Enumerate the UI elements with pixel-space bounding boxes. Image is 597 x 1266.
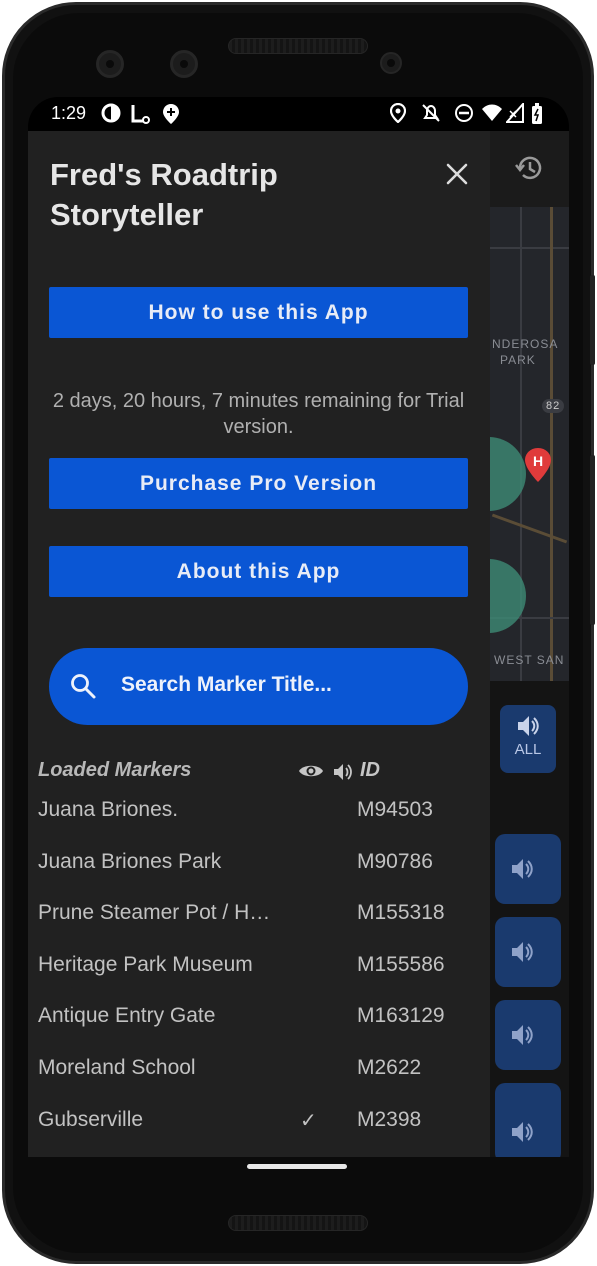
wifi-icon [482,104,502,121]
how-to-use-button[interactable]: How to use this App [49,287,468,338]
markers-list: Juana Briones. M94503 Juana Briones Park… [38,796,478,1157]
signal-icon [506,103,524,123]
location-add-icon [163,104,179,124]
fitness-tracker-icon [131,105,150,124]
sensor-icon [170,50,198,78]
power-button [590,275,595,365]
gesture-nav-bar[interactable] [247,1164,347,1169]
marker-title: Moreland School [38,1055,196,1079]
marker-id: M155318 [357,901,445,925]
list-item[interactable]: Moreland School M2622 [38,1054,478,1106]
marker-title: Prune Steamer Pot / H… [38,901,271,925]
about-app-button[interactable]: About this App [49,546,468,597]
marker-speak-button[interactable] [495,1083,561,1157]
speaker-icon [512,1122,533,1142]
marker-title: Juana Briones Park [38,849,222,873]
data-saver-icon [101,103,121,123]
proximity-sensor-icon [380,52,402,74]
speaker-icon [518,716,539,736]
background-app: NDEROSA PARK 82 WEST SAN H ALL [490,131,569,1157]
map-label: PARK [500,353,536,367]
marker-speak-button[interactable] [495,1000,561,1070]
notifications-off-icon [422,104,440,122]
markers-list-header: Loaded Markers ID [38,759,478,789]
battery-icon [532,103,542,124]
loaded-markers-heading: Loaded Markers [38,759,192,781]
map-road [491,513,568,544]
map-view[interactable]: NDEROSA PARK 82 WEST SAN H [490,207,569,681]
list-item[interactable]: Juana Briones Park M90786 [38,848,478,900]
seen-checkmark: ✓ [300,1109,317,1132]
navigation-drawer: Fred's Roadtrip Storyteller How to use t… [28,131,490,1157]
map-road [490,247,569,249]
bottom-speaker [228,1215,368,1231]
marker-title: Heritage Park Museum [38,952,253,976]
map-road [550,207,553,681]
status-bar: 1:29 [28,97,569,131]
play-all-button[interactable]: ALL [500,705,556,773]
marker-id: M163129 [357,1004,445,1028]
do-not-disturb-icon [455,104,473,122]
search-placeholder: Search Marker Title... [121,673,332,696]
speaker-icon [512,859,533,879]
list-item[interactable]: Juana Briones. M94503 [38,796,478,848]
map-label: NDEROSA [492,337,559,351]
marker-speak-button[interactable] [495,834,561,904]
eye-icon [299,765,323,777]
marker-id: M90786 [357,849,433,873]
status-time: 1:29 [51,103,87,123]
hospital-marker-icon[interactable]: H [524,447,552,483]
screen: 1:29 NDEROSA PARK 82 WEST SAN H ALL Fred… [28,97,569,1157]
trial-remaining-text: 2 days, 20 hours, 7 minutes remaining fo… [52,390,465,438]
marker-title: Juana Briones. [38,798,179,821]
search-marker-button[interactable]: Search Marker Title... [49,648,468,725]
list-item[interactable]: Prune Steamer Pot / H… M155318 [38,899,478,951]
marker-title: Antique Entry Gate [38,1004,216,1028]
location-pin-icon [390,103,406,123]
marker-title: Gubserville [38,1107,144,1131]
list-item[interactable]: Gubserville ✓ M2398 [38,1106,478,1157]
purchase-pro-button[interactable]: Purchase Pro Version [49,458,468,509]
list-item[interactable]: Heritage Park Museum M155586 [38,951,478,1003]
background-toolbar [490,131,569,207]
app-title: Fred's Roadtrip Storyteller [50,157,278,232]
marker-id: M2398 [357,1107,422,1131]
speaker-icon [512,1025,533,1045]
speaker-icon [512,942,533,962]
volume-button [590,455,595,625]
speaker-icon [334,764,352,780]
svg-text:H: H [533,453,543,469]
list-item[interactable]: Antique Entry Gate M163129 [38,1002,478,1054]
search-icon [71,674,96,699]
front-camera-icon [96,50,124,78]
close-icon[interactable] [440,157,474,191]
top-speaker [228,38,368,54]
history-icon[interactable] [514,153,544,183]
map-label: WEST SAN [494,653,565,667]
id-column-heading: ID [360,759,380,781]
marker-speak-button[interactable] [495,917,561,987]
marker-id: M94503 [357,798,433,821]
map-label: 82 [542,399,565,413]
marker-id: M2622 [357,1055,422,1079]
play-all-label: ALL [514,741,542,758]
marker-id: M155586 [357,952,445,976]
